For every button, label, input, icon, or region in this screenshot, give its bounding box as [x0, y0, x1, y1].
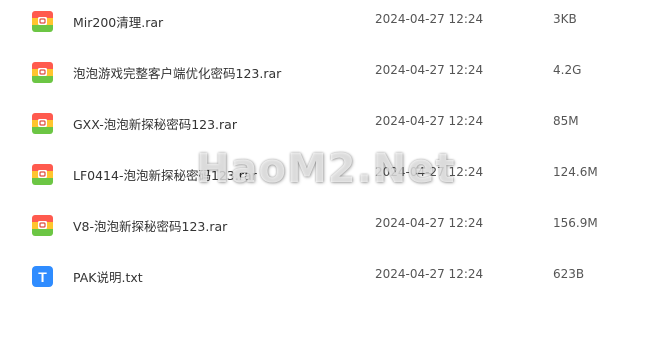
file-size: 85M — [553, 114, 579, 128]
file-row[interactable]: 泡泡游戏完整客户端优化密码123.rar 2024-04-27 12:24 4.… — [0, 53, 646, 93]
file-name[interactable]: 泡泡游戏完整客户端优化密码123.rar — [73, 63, 281, 82]
file-row[interactable]: T PAK说明.txt 2024-04-27 12:24 623B — [0, 257, 646, 297]
file-size: 623B — [553, 267, 585, 281]
file-list: Mir200清理.rar 2024-04-27 12:24 3KB 泡泡游戏完整… — [0, 0, 646, 348]
file-row[interactable]: V8-泡泡新探秘密码123.rar 2024-04-27 12:24 156.9… — [0, 206, 646, 246]
file-size: 156.9M — [553, 216, 598, 230]
file-row[interactable]: GXX-泡泡新探秘密码123.rar 2024-04-27 12:24 85M — [0, 104, 646, 144]
file-name[interactable]: LF0414-泡泡新探秘密码123.rar — [73, 165, 257, 184]
file-name[interactable]: Mir200清理.rar — [73, 12, 163, 31]
archive-icon — [32, 11, 53, 32]
file-size: 3KB — [553, 12, 577, 26]
file-date: 2024-04-27 12:24 — [375, 63, 484, 77]
archive-icon — [32, 113, 53, 134]
file-name[interactable]: GXX-泡泡新探秘密码123.rar — [73, 114, 237, 133]
file-date: 2024-04-27 12:24 — [375, 12, 484, 26]
file-row[interactable]: LF0414-泡泡新探秘密码123.rar 2024-04-27 12:24 1… — [0, 155, 646, 195]
file-size: 124.6M — [553, 165, 598, 179]
file-date: 2024-04-27 12:24 — [375, 165, 484, 179]
file-date: 2024-04-27 12:24 — [375, 267, 484, 281]
file-size: 4.2G — [553, 63, 582, 77]
file-name[interactable]: PAK说明.txt — [73, 267, 143, 286]
archive-icon — [32, 164, 53, 185]
file-row[interactable]: Mir200清理.rar 2024-04-27 12:24 3KB — [0, 2, 646, 42]
archive-icon — [32, 62, 53, 83]
archive-icon — [32, 215, 53, 236]
text-file-icon: T — [32, 266, 53, 287]
file-date: 2024-04-27 12:24 — [375, 114, 484, 128]
file-date: 2024-04-27 12:24 — [375, 216, 484, 230]
file-name[interactable]: V8-泡泡新探秘密码123.rar — [73, 216, 227, 235]
